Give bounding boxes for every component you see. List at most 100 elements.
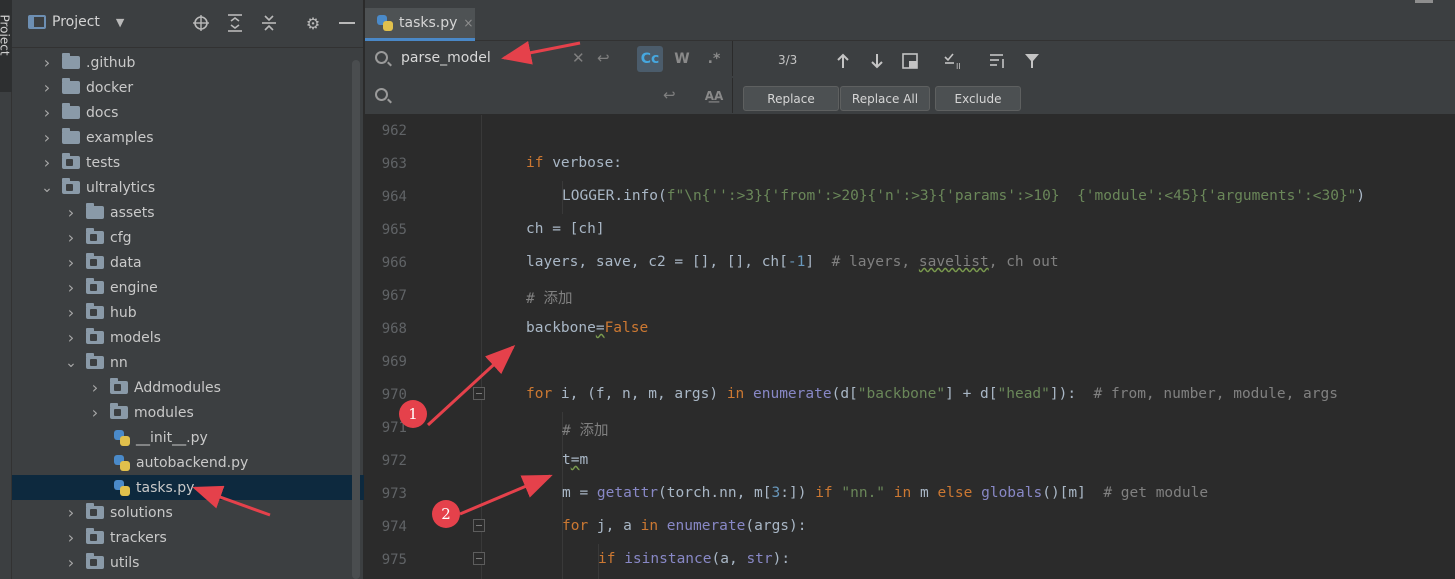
tree-item[interactable]: › tests [12,150,364,175]
tree-item-label: Addmodules [134,379,221,396]
line-number: 975 [381,552,407,568]
chevron-right-icon[interactable]: › [64,278,78,297]
tree-item[interactable]: tasks.py [12,475,364,500]
project-panel: Project ▼ ⚙ › .github › docker › docs › example… [12,0,364,579]
project-tool-tab[interactable]: Project [0,0,12,92]
code-line-968: backbone=False [526,320,649,336]
filter-icon[interactable] [1021,50,1043,72]
tab-tasks-py[interactable]: tasks.py × [365,8,475,41]
tree-item[interactable]: › hub [12,300,364,325]
tree-item-label: docker [86,79,134,96]
svg-text:II: II [956,62,961,70]
chevron-right-icon[interactable]: › [40,153,54,172]
chevron-down-icon[interactable]: ⌄ [40,180,54,196]
chevron-right-icon[interactable]: › [64,553,78,572]
gear-icon[interactable]: ⚙ [302,12,324,34]
chevron-right-icon[interactable]: › [40,103,54,122]
tree-item[interactable]: › Addmodules [12,375,364,400]
project-panel-header: Project ▼ ⚙ [12,0,363,48]
new-line-icon[interactable]: ↩ [597,49,610,67]
line-number: 968 [381,321,407,337]
editor-tab-bar: tasks.py × [365,0,1455,41]
chevron-right-icon[interactable]: › [64,228,78,247]
fold-marker-icon[interactable] [473,519,485,532]
tree-item-label: hub [110,304,137,321]
chevron-right-icon[interactable]: › [40,78,54,97]
filter-options-icon[interactable] [987,50,1009,72]
search-icon[interactable] [375,51,388,64]
replace-field[interactable]: ↩ A͟A [365,78,733,113]
locate-icon[interactable] [190,12,212,34]
clear-search-icon[interactable]: ✕ [572,49,585,67]
fold-marker-icon[interactable] [473,387,485,400]
close-icon[interactable]: × [463,16,473,30]
replace-all-button[interactable]: Replace All [840,86,930,111]
search-field[interactable]: parse_model ✕ ↩ Cc W .* [365,41,733,76]
chevron-right-icon[interactable]: › [64,253,78,272]
preserve-case-toggle[interactable]: A͟A [701,83,727,109]
tab-overflow-icon[interactable] [1415,0,1433,3]
tree-item[interactable]: › data [12,250,364,275]
tree-item[interactable]: › cfg [12,225,364,250]
chevron-right-icon[interactable]: › [88,378,102,397]
whole-words-toggle[interactable]: W [669,46,695,72]
exclude-button[interactable]: Exclude [935,86,1021,111]
code-line-963: if verbose: [526,155,623,171]
package-folder-icon [86,328,104,344]
project-tree-scrollbar[interactable] [352,60,360,579]
tree-item[interactable]: ⌄ ultralytics [12,175,364,200]
select-all-occurrences-icon[interactable] [899,50,921,72]
match-count: 3/3 [778,53,798,67]
replace-new-line-icon[interactable]: ↩ [663,86,676,104]
tree-item[interactable]: › solutions [12,500,364,525]
chevron-right-icon[interactable]: › [64,303,78,322]
tree-item[interactable]: › utils [12,550,364,575]
replace-search-icon[interactable] [375,88,388,101]
tree-item[interactable]: › docker [12,75,364,100]
code-line-970: for i, (f, n, m, args) in enumerate(d["b… [526,386,1338,402]
tree-item[interactable]: › modules [12,400,364,425]
match-case-toggle[interactable]: Cc [637,46,663,72]
code-view[interactable]: 962 963 964 965 966 967 968 969 970 971 972 973 974 9… [365,115,1455,579]
project-panel-title: Project [52,14,100,30]
tree-item[interactable]: ⌄ nn [12,350,364,375]
tree-item[interactable]: › models [12,325,364,350]
chevron-right-icon[interactable]: › [40,53,54,72]
tree-item[interactable]: › examples [12,125,364,150]
tree-item[interactable]: › .github [12,50,364,75]
tree-item[interactable]: › docs [12,100,364,125]
search-input[interactable]: parse_model [401,50,491,66]
python-file-icon [377,15,393,31]
chevron-right-icon[interactable]: › [64,528,78,547]
code-line-964: LOGGER.info(f"\n{'':>3}{'from':>20}{'n':… [562,188,1366,204]
next-occurrence-icon[interactable] [866,50,888,72]
tree-item[interactable]: autobackend.py [12,450,364,475]
tree-item[interactable]: › assets [12,200,364,225]
editor-area: tasks.py × parse_model ✕ ↩ Cc W .* ↩ A͟A… [365,0,1455,579]
chevron-right-icon[interactable]: › [64,328,78,347]
tree-item[interactable]: › engine [12,275,364,300]
python-file-icon [114,479,130,496]
tree-item-label: models [110,329,161,346]
chevron-down-icon[interactable]: ⌄ [64,355,78,371]
code-line-971: # 添加 [562,423,609,439]
chevron-right-icon[interactable]: › [64,503,78,522]
chevron-right-icon[interactable]: › [40,128,54,147]
expand-all-icon[interactable] [224,12,246,34]
collapse-all-icon[interactable] [258,12,280,34]
replace-button[interactable]: Replace [743,86,839,111]
tree-item[interactable]: __init__.py [12,425,364,450]
chevron-right-icon[interactable]: › [88,403,102,422]
package-folder-icon [86,303,104,319]
tree-item-label: solutions [110,504,173,521]
project-view-selector[interactable]: Project ▼ [28,14,124,30]
in-selection-icon[interactable]: II [943,50,965,72]
minimize-icon[interactable] [336,12,358,34]
previous-occurrence-icon[interactable] [832,50,854,72]
folder-icon [62,78,80,94]
chevron-right-icon[interactable]: › [64,203,78,222]
tree-item[interactable]: › trackers [12,525,364,550]
fold-marker-icon[interactable] [473,552,485,565]
regex-toggle[interactable]: .* [701,46,727,72]
tree-item-label: examples [86,129,154,146]
